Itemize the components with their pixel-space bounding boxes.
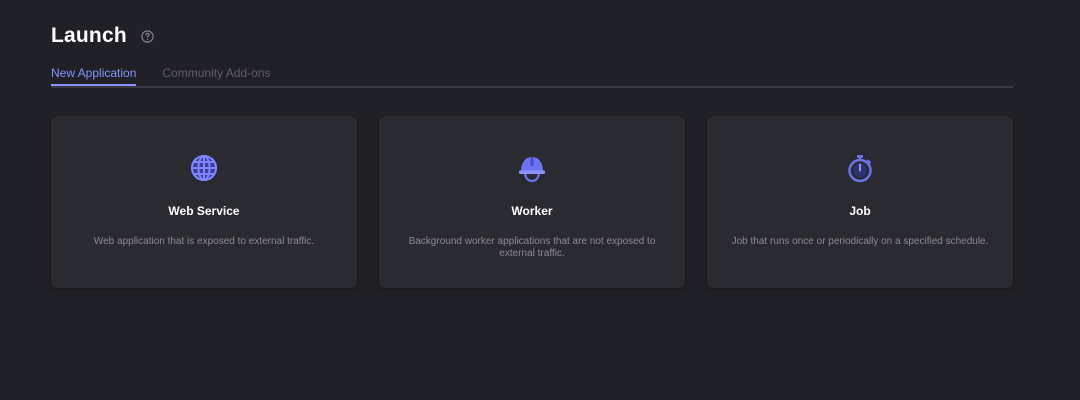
launch-tabs: New Application Community Add-ons <box>51 64 1013 88</box>
question-circle-icon[interactable] <box>141 29 154 43</box>
stopwatch-icon <box>844 152 876 184</box>
card-worker[interactable]: Worker Background worker applications th… <box>379 116 685 288</box>
card-description: Web application that is exposed to exter… <box>93 236 315 247</box>
template-cards: Web Service Web application that is expo… <box>51 116 1013 288</box>
card-title: Web Service <box>168 204 240 218</box>
launch-page: Launch New Application Community Add-ons <box>0 0 1080 400</box>
card-description: Job that runs once or periodically on a … <box>731 236 989 247</box>
card-job[interactable]: Job Job that runs once or periodically o… <box>707 116 1013 288</box>
tab-community-add-ons[interactable]: Community Add-ons <box>162 64 270 84</box>
page-title: Launch <box>51 24 127 47</box>
card-title: Job <box>849 204 871 218</box>
card-title: Worker <box>511 204 553 218</box>
card-description: Background worker applications that are … <box>408 236 656 259</box>
card-web-service[interactable]: Web Service Web application that is expo… <box>51 116 357 288</box>
page-header: Launch <box>51 22 154 50</box>
tab-new-application[interactable]: New Application <box>51 64 137 86</box>
globe-icon <box>188 152 220 184</box>
hard-hat-icon <box>516 152 548 184</box>
